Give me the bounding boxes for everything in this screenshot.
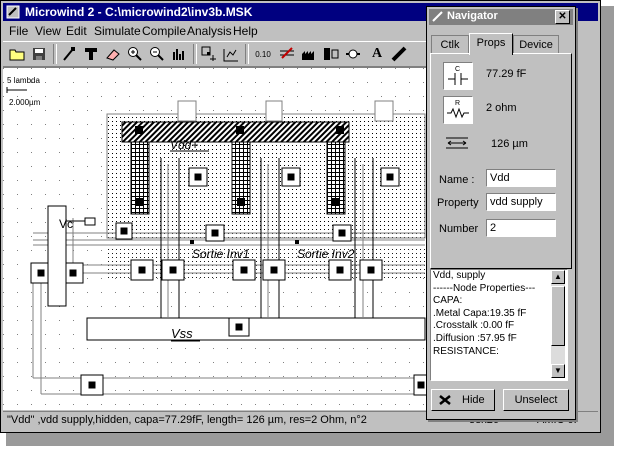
app-icon [6, 5, 20, 19]
navigator-window: Navigator ✕ Ctlk Props Device C 77.29 fF… [426, 6, 576, 420]
property-field[interactable]: vdd supply [486, 193, 556, 211]
rotate-icon[interactable] [277, 44, 297, 64]
navigator-title-bar[interactable]: Navigator ✕ [429, 9, 573, 25]
node-info-list[interactable]: Vdd, supply ------Node Properties--- CAP… [430, 269, 568, 381]
capacitor-icon: C [443, 62, 473, 90]
capacitance-value: 77.29 fF [486, 68, 527, 80]
vss-label: Vss [171, 326, 193, 341]
layout-drawing: 5 lambda 2.000µm Vdd+ Vc Sortie Inv1 Sor… [3, 68, 428, 410]
scale-label: 0.10 [255, 49, 271, 59]
name-label: Name : [439, 174, 475, 186]
unselect-button[interactable]: Unselect [503, 389, 569, 411]
info-line: .Diffusion :57.95 fF [433, 332, 517, 344]
menu-compile[interactable]: Compile [142, 24, 186, 38]
zoom-in-icon[interactable] [125, 44, 145, 64]
scale-button[interactable]: 0.10 [251, 44, 275, 64]
name-field[interactable]: Vdd [486, 169, 556, 187]
sortie-inv2-label: Sortie Inv2 [297, 247, 355, 261]
vdd-label: Vdd+ [170, 138, 198, 152]
zoom-out-icon[interactable] [147, 44, 167, 64]
wire-icon[interactable] [343, 44, 363, 64]
hide-button[interactable]: Hide [431, 389, 495, 411]
property-label: Property [437, 197, 479, 209]
info-line: .Crosstalk :0.00 fF [433, 320, 515, 332]
navigator-icon [432, 11, 443, 22]
save-icon[interactable] [29, 44, 49, 64]
tab-props[interactable]: Props [469, 33, 513, 55]
hide-label: Hide [462, 394, 485, 406]
tab-device[interactable]: Device [513, 35, 559, 54]
view-all-icon[interactable] [169, 44, 189, 64]
menu-analysis[interactable]: Analysis [187, 24, 232, 38]
measure-icon[interactable] [221, 44, 241, 64]
info-line: CAPA: [433, 295, 463, 307]
toolbar-separator [193, 44, 197, 64]
toolbar: 0.10 A [3, 41, 428, 67]
menu-edit[interactable]: Edit [66, 24, 87, 38]
info-line: Vdd, supply [433, 270, 486, 281]
menu-bar: File View Edit Simulate Compile Analysis… [3, 22, 423, 40]
process-icon[interactable] [321, 44, 341, 64]
layout-canvas[interactable]: 5 lambda 2.000µm Vdd+ Vc Sortie Inv1 Sor… [3, 67, 428, 410]
props-panel: C 77.29 fF R 2 ohm 126 µm Name : Vdd Pro… [430, 53, 572, 269]
menu-simulate[interactable]: Simulate [94, 24, 141, 38]
vc-label: Vc [59, 217, 73, 231]
number-field[interactable]: 2 [486, 219, 556, 237]
resistor-icon: R [443, 96, 473, 124]
svg-text:C: C [455, 66, 460, 73]
sortie-inv1-label: Sortie Inv1 [192, 247, 249, 261]
close-icon[interactable]: ✕ [555, 10, 570, 24]
bus-icon[interactable] [299, 44, 319, 64]
window-title: Microwind 2 - C:\microwind2\inv3b.MSK [25, 5, 253, 19]
draw-contact-icon[interactable] [81, 44, 101, 64]
toolbar-separator [53, 44, 57, 64]
open-folder-icon[interactable] [7, 44, 27, 64]
scroll-thumb[interactable] [551, 286, 565, 346]
simulate-icon[interactable] [199, 44, 219, 64]
number-label: Number [439, 223, 479, 235]
scroll-down-icon[interactable]: ▼ [551, 364, 565, 378]
hide-icon [439, 395, 451, 405]
tab-ctlk[interactable]: Ctlk [431, 35, 469, 54]
info-line: RESISTANCE: [433, 345, 499, 357]
menu-help[interactable]: Help [233, 24, 258, 38]
length-icon [443, 130, 471, 156]
length-value: 126 µm [491, 138, 528, 150]
draw-box-icon[interactable] [59, 44, 79, 64]
text-icon[interactable]: A [367, 44, 387, 64]
svg-text:R: R [455, 100, 460, 107]
info-scrollbar[interactable]: ▲ ▼ [551, 270, 565, 378]
menu-view[interactable]: View [35, 24, 61, 38]
toolbar-separator [245, 44, 249, 64]
scale-um-label: 2.000µm [9, 98, 41, 107]
eraser-icon[interactable] [103, 44, 123, 64]
cut-icon[interactable] [389, 44, 409, 64]
scroll-up-icon[interactable]: ▲ [551, 270, 565, 284]
resistance-value: 2 ohm [486, 102, 517, 114]
info-line: .Metal Capa:19.35 fF [433, 307, 527, 319]
menu-file[interactable]: File [9, 24, 28, 38]
info-line: ------Node Properties--- [433, 282, 536, 294]
scale-lambda-label: 5 lambda [7, 76, 40, 85]
status-message: "Vdd" ,vdd supply,hidden, capa=77.29fF, … [7, 414, 367, 426]
navigator-title: Navigator [447, 10, 498, 22]
